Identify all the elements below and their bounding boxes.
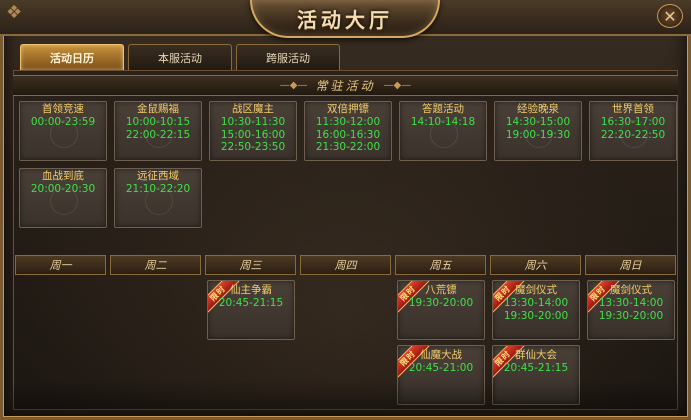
activity-time: 10:30-11:30 xyxy=(220,116,286,128)
weekday-2: 周二 xyxy=(110,255,201,275)
daily-section-title: 常驻活动 xyxy=(315,79,376,93)
activity-time: 22:20-22:50 xyxy=(600,128,666,141)
daily-activity-card[interactable]: 双倍押镖 11:30-12:00 16:00-16:30 21:30-22:00 xyxy=(304,101,392,161)
tab-activity-calendar[interactable]: 活动日历 xyxy=(20,44,124,70)
activity-time: 19:30-20:00 xyxy=(408,297,474,309)
activity-name: 八荒镖 xyxy=(425,284,457,296)
activity-time: 20:45-21:00 xyxy=(408,362,474,374)
weekday-7: 周日 xyxy=(585,255,676,275)
weekly-activity-card[interactable]: 限时 八荒镖 19:30-20:00 xyxy=(397,280,485,340)
tab-server-activities[interactable]: 本服活动 xyxy=(128,44,232,70)
activity-name: 战区魔主 xyxy=(232,103,274,115)
activity-name: 仙主争霸 xyxy=(230,284,272,296)
daily-section-header: —◆— 常驻活动 —◆— xyxy=(13,75,678,96)
daily-activity-card[interactable]: 经验晚泉 14:30-15:00 19:00-19:30 xyxy=(494,101,582,161)
daily-activity-card[interactable]: 世界首领 16:30-17:00 22:20-22:50 xyxy=(589,101,677,161)
daily-activity-card[interactable]: 战区魔主 10:30-11:30 15:00-16:00 22:50-23:50 xyxy=(209,101,297,161)
activity-time: 13:30-14:00 xyxy=(598,297,664,309)
title-bar: ❖ 活动大厅 ✕ xyxy=(0,0,691,38)
weekday-header: 周一 周二 周三 周四 周五 周六 周日 xyxy=(15,255,680,275)
weekly-activity-card[interactable]: 限时 仙主争霸 20:45-21:15 xyxy=(207,280,295,340)
tab-cross-server-activities[interactable]: 跨服活动 xyxy=(236,44,340,70)
activity-name: 答题活动 xyxy=(422,103,464,115)
daily-activity-grid: 首领竞速 00:00-23:59 金鼠赐福 10:00-10:15 22:00-22:1… xyxy=(19,101,681,228)
daily-activity-card[interactable]: 远征西域 21:10-22:20 xyxy=(114,168,202,228)
daily-activity-card[interactable]: 答题活动 14:10-14:18 xyxy=(399,101,487,161)
activity-name: 金鼠赐福 xyxy=(137,103,179,115)
activity-name: 魔剑仪式 xyxy=(610,284,652,296)
close-icon: ✕ xyxy=(663,6,677,26)
activity-time: 22:50-23:50 xyxy=(220,141,286,153)
activity-name: 远征西域 xyxy=(137,170,179,182)
activity-name: 群仙大会 xyxy=(515,349,557,361)
activity-time: 22:00-22:15 xyxy=(125,128,191,141)
activity-time: 16:00-16:30 xyxy=(315,128,381,141)
activity-time: 21:10-22:20 xyxy=(125,183,191,195)
corner-ornament-icon: ❖ xyxy=(6,2,23,23)
left-ornament-icon: —◆— xyxy=(279,80,308,91)
weekday-4: 周四 xyxy=(300,255,391,275)
activity-time: 20:00-20:30 xyxy=(30,183,96,195)
weekday-6: 周六 xyxy=(490,255,581,275)
activity-time: 13:30-14:00 xyxy=(503,297,569,309)
tab-bar: 活动日历 本服活动 跨服活动 xyxy=(20,44,340,70)
activity-time: 20:45-21:15 xyxy=(218,297,284,309)
title-plate: 活动大厅 xyxy=(250,0,440,38)
activity-time: 20:45-21:15 xyxy=(503,362,569,374)
weekday-3: 周三 xyxy=(205,255,296,275)
activity-time: 19:00-19:30 xyxy=(505,128,571,141)
activity-name: 血战到底 xyxy=(42,170,84,182)
weekday-5: 周五 xyxy=(395,255,486,275)
daily-activity-card[interactable]: 首领竞速 00:00-23:59 xyxy=(19,101,107,161)
activity-time: 21:30-22:00 xyxy=(315,141,381,153)
right-ornament-icon: —◆— xyxy=(383,80,412,91)
activity-time: 14:30-15:00 xyxy=(505,116,571,128)
activity-name: 魔剑仪式 xyxy=(515,284,557,296)
activity-time: 00:00-23:59 xyxy=(30,116,96,128)
weekly-activity-card[interactable]: 限时 魔剑仪式 13:30-14:00 19:30-20:00 xyxy=(492,280,580,340)
activity-name: 经验晚泉 xyxy=(517,103,559,115)
daily-activity-card[interactable]: 金鼠赐福 10:00-10:15 22:00-22:15 xyxy=(114,101,202,161)
weekday-1: 周一 xyxy=(15,255,106,275)
activity-time: 14:10-14:18 xyxy=(410,116,476,128)
activity-time: 16:30-17:00 xyxy=(600,116,666,128)
activity-time: 19:30-20:00 xyxy=(598,309,664,322)
bottom-vignette xyxy=(13,380,678,410)
activity-name: 世界首领 xyxy=(612,103,654,115)
activity-time: 15:00-16:00 xyxy=(220,128,286,141)
activity-name: 仙魔大战 xyxy=(420,349,462,361)
activity-time: 11:30-12:00 xyxy=(315,116,381,128)
window-title: 活动大厅 xyxy=(297,7,393,32)
activity-time: 10:00-10:15 xyxy=(125,116,191,128)
activity-name: 双倍押镖 xyxy=(327,103,369,115)
close-button[interactable]: ✕ xyxy=(657,4,683,28)
daily-activity-card[interactable]: 血战到底 20:00-20:30 xyxy=(19,168,107,228)
activity-name: 首领竞速 xyxy=(42,103,84,115)
weekly-activity-card[interactable]: 限时 魔剑仪式 13:30-14:00 19:30-20:00 xyxy=(587,280,675,340)
activity-time: 19:30-20:00 xyxy=(503,309,569,322)
